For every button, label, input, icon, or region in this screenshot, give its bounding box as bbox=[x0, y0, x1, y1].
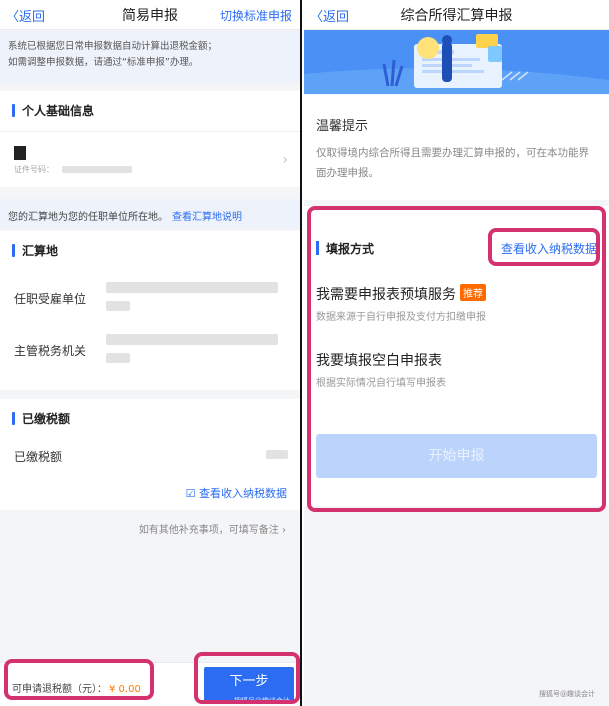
section-marker bbox=[12, 412, 15, 425]
start-declaration-button[interactable]: 开始申报 bbox=[316, 434, 597, 478]
remark-hint-text: 如有其他补充事项，可填写备注 bbox=[138, 525, 279, 536]
filing-method-heading: 填报方式 bbox=[326, 242, 375, 256]
filing-method-header: 填报方式 查看收入纳税数据 bbox=[304, 234, 609, 264]
banner-illustration bbox=[304, 30, 609, 94]
remark-hint-link[interactable]: 如有其他补充事项，可填写备注 › bbox=[139, 521, 286, 536]
section-heading: 已缴税额 bbox=[0, 399, 300, 437]
warm-tip-title: 温馨提示 bbox=[316, 119, 369, 134]
personal-info-section: 个人基础信息 bbox=[0, 91, 300, 131]
blank-form-option-title: 我要填报空白申报表 bbox=[316, 353, 442, 369]
header-bar: 〈返回 综合所得汇算申报 bbox=[304, 0, 609, 30]
personal-info-heading: 个人基础信息 bbox=[22, 104, 95, 118]
back-label: 返回 bbox=[19, 10, 46, 25]
annual-settlement-screen: 〈返回 综合所得汇算申报 温馨提示 仅取得境内综合所得且需要办理汇算申报的，可在… bbox=[304, 0, 609, 706]
settlement-heading: 汇算地 bbox=[22, 244, 59, 258]
section-marker bbox=[12, 104, 15, 117]
paid-tax-section: 已缴税额 已缴税额 ☑ 查看收入纳税数据 bbox=[0, 399, 300, 510]
section-marker bbox=[316, 241, 319, 255]
employer-value-redacted-2 bbox=[106, 301, 130, 311]
document-check-icon: ☑ bbox=[185, 487, 196, 500]
refund-amount: ¥ 0.00 bbox=[109, 684, 141, 695]
employer-value-redacted bbox=[106, 282, 278, 293]
filing-method-section: 填报方式 查看收入纳税数据 我需要申报表预填服务 推荐 数据来源于自行申报及支付方… bbox=[304, 206, 609, 506]
notice-line-2: 如需调整申报数据，请通过“标准申报”办理。 bbox=[8, 57, 199, 68]
personal-info-row[interactable]: 证件号码： › bbox=[0, 131, 300, 187]
auto-calculation-notice: 系统已根据您日常申报数据自动计算出退税金额； 如需调整申报数据，请通过“标准申报… bbox=[0, 31, 300, 83]
back-label: 返回 bbox=[323, 10, 350, 25]
warm-tip-body: 仅取得境内综合所得且需要办理汇算申报的，可在本功能界面办理申报。 bbox=[316, 147, 589, 179]
back-button[interactable]: 〈返回 bbox=[6, 6, 45, 25]
tax-authority-value-redacted-2 bbox=[106, 353, 130, 363]
view-income-tax-data-link[interactable]: ☑ 查看收入纳税数据 bbox=[186, 485, 287, 501]
settlement-location-info: 您的汇算地为您的任职单位所在地。 查看汇算地说明 bbox=[0, 199, 300, 229]
view-income-tax-data-link[interactable]: 查看收入纳税数据 bbox=[501, 240, 597, 257]
chevron-left-icon: 〈 bbox=[6, 10, 20, 25]
notice-line-1: 系统已根据您日常申报数据自动计算出退税金额； bbox=[8, 41, 218, 52]
section-heading: 个人基础信息 bbox=[0, 91, 300, 129]
view-income-tax-data-label: 查看收入纳税数据 bbox=[199, 487, 287, 500]
simple-declaration-screen: 〈返回 简易申报 切换标准申报 系统已根据您日常申报数据自动计算出退税金额； 如… bbox=[0, 0, 302, 706]
section-marker bbox=[12, 244, 15, 257]
watermark: 搜狐号@趣谈会计 bbox=[234, 697, 290, 705]
settlement-section: 汇算地 任职受雇单位 主管税务机关 bbox=[0, 231, 300, 390]
chevron-right-icon: › bbox=[282, 152, 288, 168]
bottom-action-bar: 可申请退税额（元）： ¥ 0.00 下一步 搜狐号@趣谈会计 bbox=[0, 662, 300, 706]
prefill-option[interactable]: 我需要申报表预填服务 推荐 数据来源于自行申报及支付方扣缴申报 bbox=[304, 278, 609, 328]
id-number-redacted bbox=[62, 166, 132, 173]
switch-standard-declaration-link[interactable]: 切换标准申报 bbox=[220, 7, 292, 24]
prefill-option-label: 我需要申报表预填服务 bbox=[316, 287, 456, 303]
chevron-right-icon: › bbox=[282, 525, 286, 536]
id-number-label: 证件号码： bbox=[14, 165, 54, 174]
tax-authority-value-redacted bbox=[106, 334, 278, 345]
chevron-left-icon: 〈 bbox=[310, 10, 324, 25]
settlement-banner bbox=[304, 30, 609, 94]
tax-authority-label: 主管税务机关 bbox=[14, 344, 87, 358]
watermark: 搜狐号@趣谈会计 bbox=[539, 690, 595, 698]
section-heading: 汇算地 bbox=[0, 231, 300, 269]
settlement-location-link[interactable]: 查看汇算地说明 bbox=[172, 212, 242, 223]
settlement-location-text: 您的汇算地为您的任职单位所在地。 bbox=[8, 212, 168, 223]
back-button[interactable]: 〈返回 bbox=[310, 6, 349, 25]
paid-amount-redacted bbox=[266, 450, 288, 459]
refund-label: 可申请退税额（元）： bbox=[12, 684, 107, 695]
prefill-option-title: 我需要申报表预填服务 推荐 bbox=[316, 284, 486, 304]
paid-amount-label: 已缴税额 bbox=[14, 450, 63, 464]
prefill-option-subtitle: 数据来源于自行申报及支付方扣缴申报 bbox=[316, 312, 486, 323]
page-title: 综合所得汇算申报 bbox=[400, 8, 513, 24]
name-redacted bbox=[14, 146, 26, 160]
employer-label: 任职受雇单位 bbox=[14, 292, 87, 306]
warm-tip-section: 温馨提示 仅取得境内综合所得且需要办理汇算申报的，可在本功能界面办理申报。 bbox=[304, 95, 609, 200]
paid-tax-heading: 已缴税额 bbox=[22, 412, 71, 426]
header-bar: 〈返回 简易申报 切换标准申报 bbox=[0, 0, 300, 30]
recommended-badge: 推荐 bbox=[460, 284, 486, 301]
blank-form-option-subtitle: 根据实际情况自行填写申报表 bbox=[316, 378, 446, 389]
blank-form-option[interactable]: 我要填报空白申报表 根据实际情况自行填写申报表 bbox=[304, 344, 609, 394]
refund-amount-line: 可申请退税额（元）： ¥ 0.00 bbox=[12, 680, 141, 695]
